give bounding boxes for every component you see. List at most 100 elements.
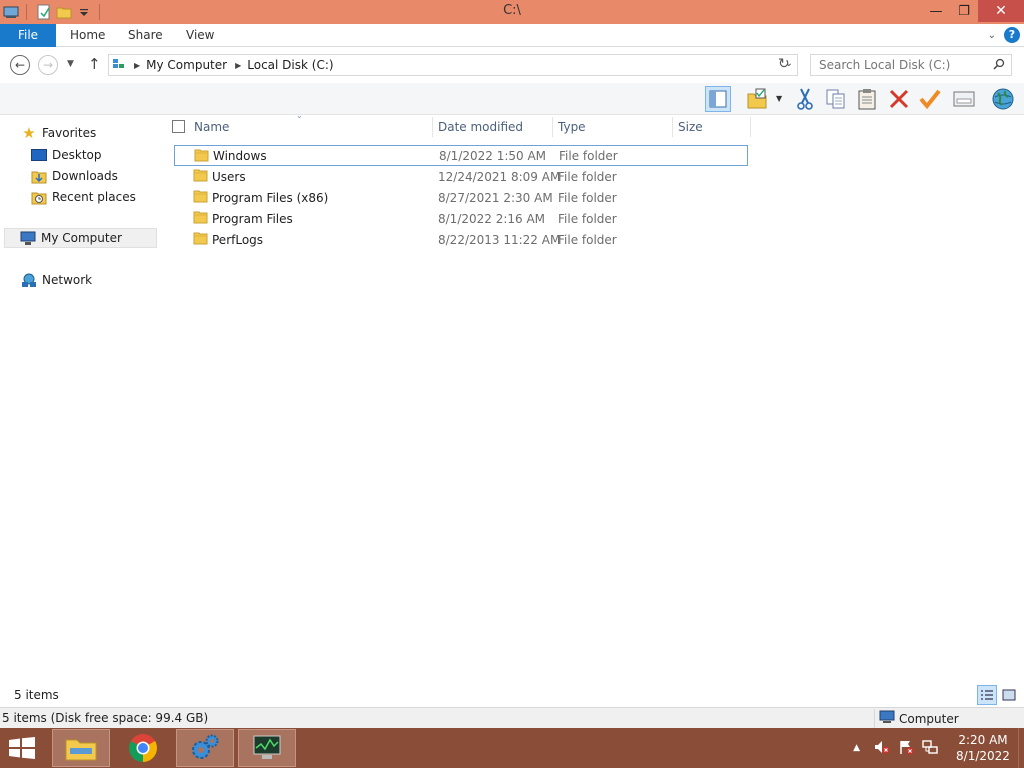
column-header-type[interactable]: Type <box>558 115 586 139</box>
address-bar[interactable]: ▶ My Computer ▶ Local Disk (C:) ⌄ <box>108 54 798 76</box>
breadcrumb-my-computer[interactable]: My Computer <box>146 58 227 72</box>
rename-button[interactable] <box>917 86 943 112</box>
network-icon <box>20 272 38 288</box>
delete-button[interactable] <box>886 86 912 112</box>
search-icon[interactable] <box>993 58 1005 73</box>
folder-icon <box>193 231 208 248</box>
file-explorer-icon <box>65 739 97 761</box>
file-date: 8/22/2013 11:22 AM <box>438 232 561 247</box>
taskbar-settings-app[interactable] <box>176 729 234 767</box>
volume-muted-icon[interactable] <box>874 739 890 758</box>
table-row[interactable]: Program Files 8/1/2022 2:16 AM File fold… <box>174 208 748 229</box>
file-type: File folder <box>559 148 618 163</box>
ribbon-tabs: File Home Share View ⌄ ? <box>0 24 1024 47</box>
scissors-icon <box>797 88 813 110</box>
taskbar-clock[interactable]: 2:20 AM 8/1/2022 <box>948 732 1018 764</box>
search-input[interactable] <box>819 55 989 75</box>
recent-locations-chevron-icon[interactable]: ▼ <box>67 59 74 69</box>
nav-my-computer[interactable]: My Computer <box>4 228 157 248</box>
nav-network[interactable]: Network <box>20 270 92 290</box>
file-date: 8/1/2022 1:50 AM <box>439 148 547 163</box>
column-header-name[interactable]: Name <box>194 115 229 139</box>
column-header-size[interactable]: Size <box>678 115 703 139</box>
file-name: Program Files <box>212 211 293 226</box>
large-icons-view-icon <box>1002 689 1016 701</box>
nav-downloads-label: Downloads <box>52 169 118 183</box>
refresh-icon[interactable]: ↻ <box>778 56 790 72</box>
breadcrumb-arrow-icon[interactable]: ▶ <box>134 61 140 70</box>
computer-icon <box>19 230 37 246</box>
gears-icon <box>192 734 219 759</box>
start-button[interactable] <box>8 737 36 762</box>
file-date: 8/1/2022 2:16 AM <box>438 211 546 226</box>
recent-places-icon <box>30 189 48 205</box>
tab-file[interactable]: File <box>0 24 56 47</box>
column-header-date-modified[interactable]: Date modified <box>438 115 523 139</box>
file-name: Windows <box>213 148 267 163</box>
checkmark-icon <box>919 89 941 110</box>
select-all-checkbox[interactable] <box>172 120 185 133</box>
nav-desktop[interactable]: Desktop <box>30 145 102 165</box>
expand-ribbon-icon[interactable]: ⌄ <box>988 30 996 41</box>
taskbar-file-explorer[interactable] <box>52 729 110 767</box>
table-row[interactable]: Windows 8/1/2022 1:50 AM File folder <box>174 145 748 166</box>
clock-time: 2:20 AM <box>958 733 1008 747</box>
show-desktop-button[interactable] <box>1018 728 1024 768</box>
action-center-flag-icon[interactable] <box>898 739 914 758</box>
file-name: Program Files (x86) <box>212 190 329 205</box>
folder-icon <box>193 168 208 185</box>
nav-recent-places-label: Recent places <box>52 190 136 204</box>
maximize-button[interactable]: ❐ <box>950 0 978 22</box>
preview-pane-button[interactable] <box>705 86 731 112</box>
folder-check-icon <box>747 88 767 109</box>
navigation-bar: ← → ▼ ↑ ▶ My Computer ▶ Local Disk (C:) … <box>0 47 1024 83</box>
clock-date: 8/1/2022 <box>956 749 1010 763</box>
status-bar: 5 items <box>0 685 1024 707</box>
folder-icon <box>193 189 208 206</box>
minimize-icon: — <box>929 3 943 19</box>
window-title: C:\ <box>503 3 521 18</box>
file-name: Users <box>212 169 246 184</box>
tab-home[interactable]: Home <box>70 24 105 47</box>
forward-button[interactable]: → <box>38 55 58 75</box>
file-type: File folder <box>558 211 617 226</box>
paste-button[interactable] <box>854 86 880 112</box>
up-arrow-icon[interactable]: ↑ <box>88 55 101 73</box>
tab-share[interactable]: Share <box>128 24 163 47</box>
properties-button[interactable] <box>951 86 977 112</box>
sort-indicator-icon: ⌄ <box>296 111 303 120</box>
minimize-button[interactable]: — <box>922 0 950 22</box>
select-all-button[interactable] <box>744 86 770 112</box>
network-status-icon[interactable] <box>922 739 938 758</box>
nav-favorites-label: Favorites <box>42 126 97 140</box>
select-dropdown-icon[interactable]: ▼ <box>776 94 782 103</box>
details-view-button[interactable] <box>977 685 997 705</box>
breadcrumb-arrow-icon[interactable]: ▶ <box>235 61 241 70</box>
table-row[interactable]: Program Files (x86) 8/27/2021 2:30 AM Fi… <box>174 187 748 208</box>
nav-downloads[interactable]: Downloads <box>30 166 118 186</box>
breadcrumb-local-disk[interactable]: Local Disk (C:) <box>247 58 333 72</box>
large-icons-view-button[interactable] <box>999 685 1019 705</box>
close-button[interactable]: ✕ <box>978 0 1024 22</box>
help-icon[interactable]: ? <box>1004 27 1020 43</box>
computer-status-icon <box>879 710 895 727</box>
details-bar: 5 items (Disk free space: 99.4 GB) Compu… <box>0 707 1024 728</box>
search-box[interactable] <box>810 54 1012 76</box>
globe-button[interactable] <box>990 86 1016 112</box>
nav-desktop-label: Desktop <box>52 148 102 162</box>
copy-button[interactable] <box>823 86 849 112</box>
table-row[interactable]: Users 12/24/2021 8:09 AM File folder <box>174 166 748 187</box>
nav-recent-places[interactable]: Recent places <box>30 187 136 207</box>
title-bar: C:\ — ❐ ✕ <box>0 0 1024 24</box>
nav-network-label: Network <box>42 273 93 287</box>
table-row[interactable]: PerfLogs 8/22/2013 11:22 AM File folder <box>174 229 748 250</box>
tab-view[interactable]: View <box>186 24 214 47</box>
nav-favorites[interactable]: ★ Favorites <box>20 123 96 143</box>
desktop-icon <box>30 147 48 163</box>
taskbar-chrome[interactable] <box>114 729 172 767</box>
back-button[interactable]: ← <box>10 55 30 75</box>
show-hidden-icons-icon[interactable]: ▲ <box>853 743 860 753</box>
cut-button[interactable] <box>792 86 818 112</box>
forward-arrow-icon: → <box>42 58 54 72</box>
taskbar-system-monitor[interactable] <box>238 729 296 767</box>
